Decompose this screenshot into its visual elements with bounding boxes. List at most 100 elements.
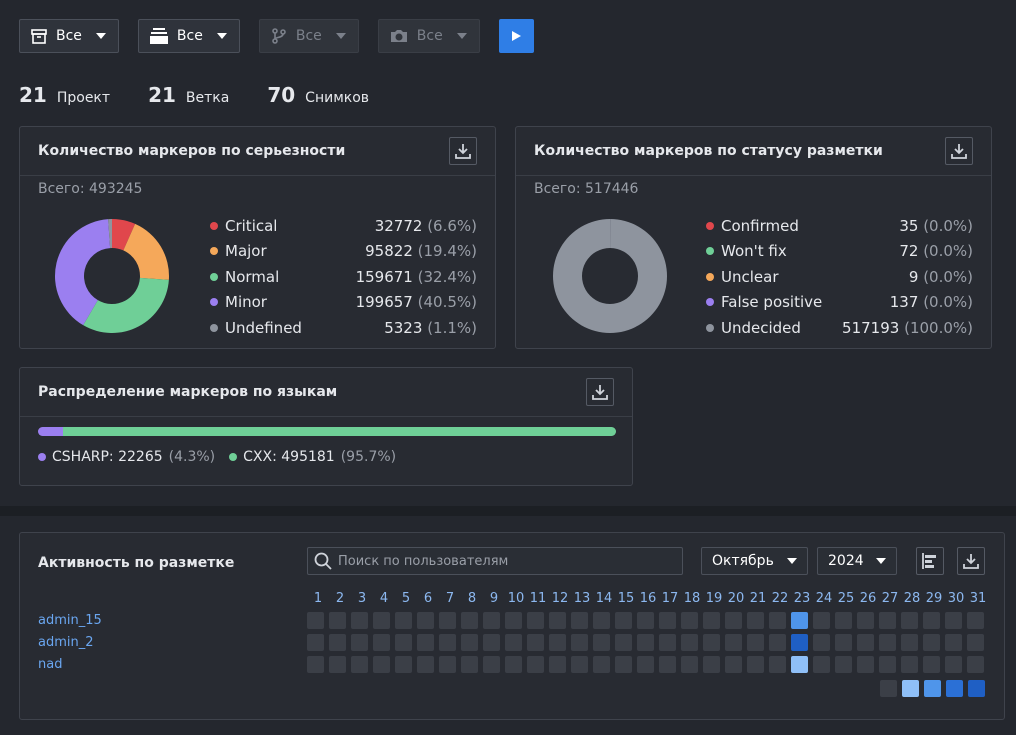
heatmap-cell[interactable] bbox=[439, 612, 456, 629]
donut-slice-undecided[interactable] bbox=[552, 219, 667, 333]
heatmap-cell[interactable] bbox=[351, 612, 368, 629]
heatmap-cell[interactable] bbox=[857, 656, 874, 673]
heatmap-cell[interactable] bbox=[615, 612, 632, 629]
heatmap-cell[interactable] bbox=[835, 634, 852, 651]
heatmap-cell[interactable] bbox=[351, 634, 368, 651]
heatmap-cell[interactable] bbox=[769, 612, 786, 629]
year-select[interactable]: 2024 bbox=[817, 547, 897, 575]
heatmap-cell[interactable] bbox=[527, 612, 544, 629]
heatmap-cell[interactable] bbox=[307, 612, 324, 629]
heatmap-cell[interactable] bbox=[461, 656, 478, 673]
heatmap-cell[interactable] bbox=[967, 634, 984, 651]
heatmap-cell[interactable] bbox=[725, 612, 742, 629]
heatmap-cell[interactable] bbox=[725, 634, 742, 651]
snapshot-filter[interactable]: Все bbox=[377, 19, 480, 53]
heatmap-cell[interactable] bbox=[791, 612, 808, 629]
heatmap-cell[interactable] bbox=[637, 634, 654, 651]
heatmap-cell[interactable] bbox=[769, 656, 786, 673]
heatmap-cell[interactable] bbox=[615, 634, 632, 651]
heatmap-cell[interactable] bbox=[725, 656, 742, 673]
heatmap-cell[interactable] bbox=[659, 656, 676, 673]
download-button[interactable] bbox=[957, 547, 985, 575]
download-button[interactable] bbox=[586, 378, 614, 406]
heatmap-cell[interactable] bbox=[483, 656, 500, 673]
heatmap-cell[interactable] bbox=[637, 656, 654, 673]
heatmap-cell[interactable] bbox=[329, 612, 346, 629]
heatmap-cell[interactable] bbox=[967, 612, 984, 629]
heatmap-cell[interactable] bbox=[351, 656, 368, 673]
heatmap-cell[interactable] bbox=[373, 612, 390, 629]
heatmap-cell[interactable] bbox=[791, 656, 808, 673]
download-button[interactable] bbox=[449, 137, 477, 165]
heatmap-cell[interactable] bbox=[835, 612, 852, 629]
chart-view-button[interactable] bbox=[916, 547, 944, 575]
heatmap-cell[interactable] bbox=[593, 634, 610, 651]
heatmap-cell[interactable] bbox=[769, 634, 786, 651]
heatmap-cell[interactable] bbox=[505, 656, 522, 673]
heatmap-cell[interactable] bbox=[417, 634, 434, 651]
heatmap-cell[interactable] bbox=[659, 612, 676, 629]
heatmap-cell[interactable] bbox=[461, 634, 478, 651]
heatmap-cell[interactable] bbox=[593, 612, 610, 629]
heatmap-cell[interactable] bbox=[703, 612, 720, 629]
heatmap-cell[interactable] bbox=[483, 634, 500, 651]
heatmap-cell[interactable] bbox=[923, 612, 940, 629]
heatmap-cell[interactable] bbox=[835, 656, 852, 673]
heatmap-cell[interactable] bbox=[813, 634, 830, 651]
heatmap-cell[interactable] bbox=[527, 634, 544, 651]
heatmap-cell[interactable] bbox=[967, 656, 984, 673]
heatmap-cell[interactable] bbox=[945, 634, 962, 651]
project-filter[interactable]: Все bbox=[19, 19, 119, 53]
heatmap-cell[interactable] bbox=[549, 612, 566, 629]
user-link[interactable]: admin_15 bbox=[38, 613, 102, 635]
heatmap-cell[interactable] bbox=[879, 634, 896, 651]
heatmap-cell[interactable] bbox=[329, 634, 346, 651]
download-button[interactable] bbox=[945, 137, 973, 165]
heatmap-cell[interactable] bbox=[417, 656, 434, 673]
heatmap-cell[interactable] bbox=[945, 612, 962, 629]
user-search-input[interactable]: Поиск по пользователям bbox=[307, 547, 683, 575]
git-branch-filter[interactable]: Все bbox=[258, 19, 359, 53]
heatmap-cell[interactable] bbox=[681, 612, 698, 629]
run-button[interactable] bbox=[498, 19, 534, 53]
heatmap-cell[interactable] bbox=[879, 656, 896, 673]
heatmap-cell[interactable] bbox=[505, 634, 522, 651]
heatmap-cell[interactable] bbox=[659, 634, 676, 651]
heatmap-cell[interactable] bbox=[901, 634, 918, 651]
heatmap-cell[interactable] bbox=[747, 612, 764, 629]
heatmap-cell[interactable] bbox=[901, 656, 918, 673]
heatmap-cell[interactable] bbox=[703, 656, 720, 673]
heatmap-cell[interactable] bbox=[593, 656, 610, 673]
heatmap-cell[interactable] bbox=[615, 656, 632, 673]
heatmap-cell[interactable] bbox=[945, 656, 962, 673]
heatmap-cell[interactable] bbox=[637, 612, 654, 629]
heatmap-cell[interactable] bbox=[373, 634, 390, 651]
heatmap-cell[interactable] bbox=[813, 612, 830, 629]
heatmap-cell[interactable] bbox=[307, 634, 324, 651]
heatmap-cell[interactable] bbox=[813, 656, 830, 673]
heatmap-cell[interactable] bbox=[373, 656, 390, 673]
user-link[interactable]: admin_2 bbox=[38, 635, 102, 657]
heatmap-cell[interactable] bbox=[307, 656, 324, 673]
heatmap-cell[interactable] bbox=[857, 634, 874, 651]
heatmap-cell[interactable] bbox=[703, 634, 720, 651]
heatmap-cell[interactable] bbox=[747, 656, 764, 673]
heatmap-cell[interactable] bbox=[417, 612, 434, 629]
heatmap-cell[interactable] bbox=[879, 612, 896, 629]
heatmap-cell[interactable] bbox=[395, 656, 412, 673]
heatmap-cell[interactable] bbox=[681, 634, 698, 651]
heatmap-cell[interactable] bbox=[395, 612, 412, 629]
heatmap-cell[interactable] bbox=[395, 634, 412, 651]
heatmap-cell[interactable] bbox=[571, 612, 588, 629]
heatmap-cell[interactable] bbox=[549, 634, 566, 651]
heatmap-cell[interactable] bbox=[571, 634, 588, 651]
branch-filter[interactable]: Все bbox=[137, 19, 240, 53]
heatmap-cell[interactable] bbox=[923, 634, 940, 651]
heatmap-cell[interactable] bbox=[549, 656, 566, 673]
heatmap-cell[interactable] bbox=[681, 656, 698, 673]
user-link[interactable]: nad bbox=[38, 657, 102, 679]
heatmap-cell[interactable] bbox=[923, 656, 940, 673]
heatmap-cell[interactable] bbox=[901, 612, 918, 629]
heatmap-cell[interactable] bbox=[527, 656, 544, 673]
heatmap-cell[interactable] bbox=[857, 612, 874, 629]
